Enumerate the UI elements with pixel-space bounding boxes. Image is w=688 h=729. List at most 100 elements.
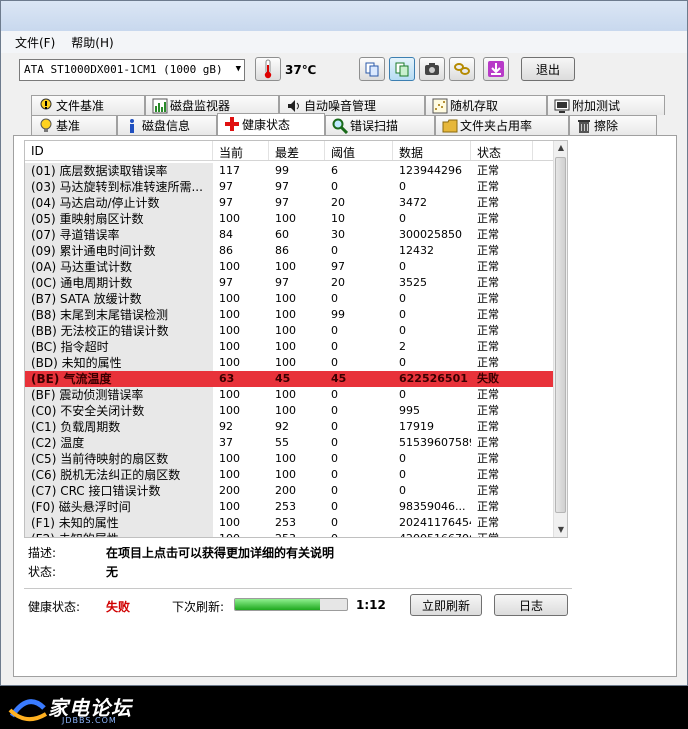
table-row[interactable]: (BB) 无法校正的错误计数 100 100 0 0 正常 — [25, 323, 555, 339]
cell-id: (03) 马达旋转到标准转速所需... — [25, 179, 213, 195]
table-row[interactable]: (0C) 通电周期计数 97 97 20 3525 正常 — [25, 275, 555, 291]
table-row[interactable]: (C7) CRC 接口错误计数 200 200 0 0 正常 — [25, 483, 555, 499]
tab-erase[interactable]: 擦除 — [569, 115, 657, 135]
tab-random-access[interactable]: 随机存取 — [425, 95, 547, 115]
cell-data: 51539607589 — [399, 436, 471, 449]
refresh-progress-bar — [234, 598, 348, 611]
tabs-top: 文件基准 磁盘监视器 自动噪音管理 随机存取 附加测试 — [31, 95, 665, 115]
column-header-id[interactable]: ID — [25, 141, 213, 160]
cell-worst: 100 — [275, 388, 296, 401]
cell-current: 100 — [219, 308, 240, 321]
cell-id: (B8) 末尾到末尾错误检测 — [25, 307, 213, 323]
table-row[interactable]: (01) 底层数据读取错误率 117 99 6 123944296 正常 — [25, 163, 555, 179]
cell-threshold: 0 — [331, 244, 338, 257]
cell-id: (0C) 通电周期计数 — [25, 275, 213, 291]
temperature-button[interactable] — [255, 57, 281, 81]
menu-file[interactable]: 文件(F) — [15, 34, 55, 51]
table-row[interactable]: (0A) 马达重试计数 100 100 97 0 正常 — [25, 259, 555, 275]
column-header-threshold[interactable]: 阈值 — [325, 141, 393, 160]
drive-select[interactable]: ATA ST1000DX001-1CM1 (1000 gB) ▼ — [19, 59, 245, 81]
tab-folder-usage[interactable]: 文件夹占用率 — [435, 115, 569, 135]
cell-current: 100 — [219, 468, 240, 481]
cell-id: (F2) 未知的属性 — [25, 531, 213, 537]
tab-health[interactable]: 健康状态 — [217, 113, 325, 135]
column-header-data[interactable]: 数据 — [393, 141, 471, 160]
copy-alt-icon — [395, 62, 409, 77]
tab-benchmark[interactable]: 基准 — [31, 115, 117, 135]
table-row[interactable]: (F2) 未知的属性100253042005166706正常 — [25, 531, 555, 537]
table-row[interactable]: (F1) 未知的属性 100 253 0 20241176454 正常 — [25, 515, 555, 531]
table-row[interactable]: (04) 马达启动/停止计数 97 97 20 3472 正常 — [25, 195, 555, 211]
health-panel: ID 当前 最差 阈值 数据 状态 (01) 底层数据读取错误率 117 99 6 12… — [13, 135, 677, 677]
table-row[interactable]: (BF) 震动侦测错误率 100 100 0 0 正常 — [25, 387, 555, 403]
smart-attribute-list[interactable]: ID 当前 最差 阈值 数据 状态 (01) 底层数据读取错误率 117 99 6 12… — [24, 140, 568, 538]
cell-current: 63 — [219, 372, 235, 385]
cell-current: 97 — [219, 276, 233, 289]
scroll-up-icon[interactable]: ▲ — [554, 141, 567, 155]
thermometer-icon — [264, 59, 272, 79]
copy-alt-button[interactable] — [389, 57, 415, 81]
cell-data: 0 — [399, 260, 406, 273]
cell-id: (C2) 温度 — [25, 435, 213, 451]
divider — [24, 588, 572, 589]
scroll-down-icon[interactable]: ▼ — [554, 523, 567, 537]
table-row[interactable]: (07) 寻道错误率 84 60 30 300025850 正常 — [25, 227, 555, 243]
column-header-current[interactable]: 当前 — [213, 141, 269, 160]
cell-data: 0 — [399, 468, 406, 481]
table-row[interactable]: (C1) 负载周期数 92 92 0 17919 正常 — [25, 419, 555, 435]
tab-disk-info[interactable]: 磁盘信息 — [117, 115, 217, 135]
tab-disk-monitor[interactable]: 磁盘监视器 — [145, 95, 279, 115]
table-row[interactable]: (C2) 温度 37 55 0 51539607589 正常 — [25, 435, 555, 451]
cell-threshold: 0 — [331, 180, 338, 193]
vertical-scrollbar[interactable]: ▲ ▼ — [553, 141, 567, 537]
cell-threshold: 0 — [325, 531, 393, 537]
table-row[interactable]: (05) 重映射扇区计数 100 100 10 0 正常 — [25, 211, 555, 227]
cell-worst: 97 — [275, 180, 289, 193]
cell-data: 3525 — [399, 276, 427, 289]
table-row[interactable]: (B8) 末尾到末尾错误检测 100 100 99 0 正常 — [25, 307, 555, 323]
table-row[interactable]: (BD) 未知的属性 100 100 0 0 正常 — [25, 355, 555, 371]
table-row-failed[interactable]: (BE) 气流温度 63 45 45 622526501 失败 — [25, 371, 555, 387]
copy-button[interactable] — [359, 57, 385, 81]
cell-threshold: 20 — [331, 276, 345, 289]
table-row[interactable]: (03) 马达旋转到标准转速所需... 97 97 0 0 正常 — [25, 179, 555, 195]
column-header-status[interactable]: 状态 — [471, 141, 533, 160]
status-value: 无 — [106, 565, 119, 579]
table-row[interactable]: (C0) 不安全关闭计数 100 100 0 995 正常 — [25, 403, 555, 419]
cell-current: 100 — [219, 260, 240, 273]
column-header-worst[interactable]: 最差 — [269, 141, 325, 160]
tab-extra-tests[interactable]: 附加测试 — [547, 95, 665, 115]
cell-current: 97 — [219, 196, 233, 209]
red-cross-icon — [225, 117, 239, 131]
table-row[interactable]: (C5) 当前待映射的扇区数 100 100 0 0 正常 — [25, 451, 555, 467]
tab-error-scan[interactable]: 错误扫描 — [325, 115, 435, 135]
tab-aam[interactable]: 自动噪音管理 — [279, 95, 425, 115]
cell-status: 正常 — [471, 531, 533, 537]
exit-button[interactable]: 退出 — [521, 57, 575, 81]
table-row[interactable]: (B7) SATA 放缓计数 100 100 0 0 正常 — [25, 291, 555, 307]
download-icon — [488, 61, 504, 77]
copy-icon — [365, 62, 379, 77]
table-row[interactable]: (BC) 指令超时 100 100 0 2 正常 — [25, 339, 555, 355]
cell-data: 0 — [399, 212, 406, 225]
scroll-thumb[interactable] — [555, 157, 566, 513]
lightbulb-icon — [40, 118, 52, 132]
cell-threshold: 0 — [331, 388, 338, 401]
cell-data: 123944296 — [399, 164, 462, 177]
screenshot-button[interactable] — [419, 57, 445, 81]
tab-file-benchmark[interactable]: 文件基准 — [31, 95, 145, 115]
watermark-logo-icon — [8, 699, 48, 722]
cell-id: (BB) 无法校正的错误计数 — [25, 323, 213, 339]
cell-id: (F0) 磁头悬浮时间 — [25, 499, 213, 515]
table-row[interactable]: (09) 累计通电时间计数 86 86 0 12432 正常 — [25, 243, 555, 259]
tab-label: 磁盘监视器 — [170, 99, 231, 113]
table-row[interactable]: (F0) 磁头悬浮时间 100 253 0 98359046... 正常 — [25, 499, 555, 515]
log-button[interactable]: 日志 — [494, 594, 568, 616]
settings-button[interactable] — [449, 57, 475, 81]
cell-data: 0 — [399, 308, 406, 321]
table-row[interactable]: (C6) 脱机无法纠正的扇区数 100 100 0 0 正常 — [25, 467, 555, 483]
menu-help[interactable]: 帮助(H) — [71, 34, 113, 51]
download-button[interactable] — [483, 57, 509, 81]
refresh-now-button[interactable]: 立即刷新 — [410, 594, 482, 616]
cell-worst: 253 — [275, 500, 296, 513]
